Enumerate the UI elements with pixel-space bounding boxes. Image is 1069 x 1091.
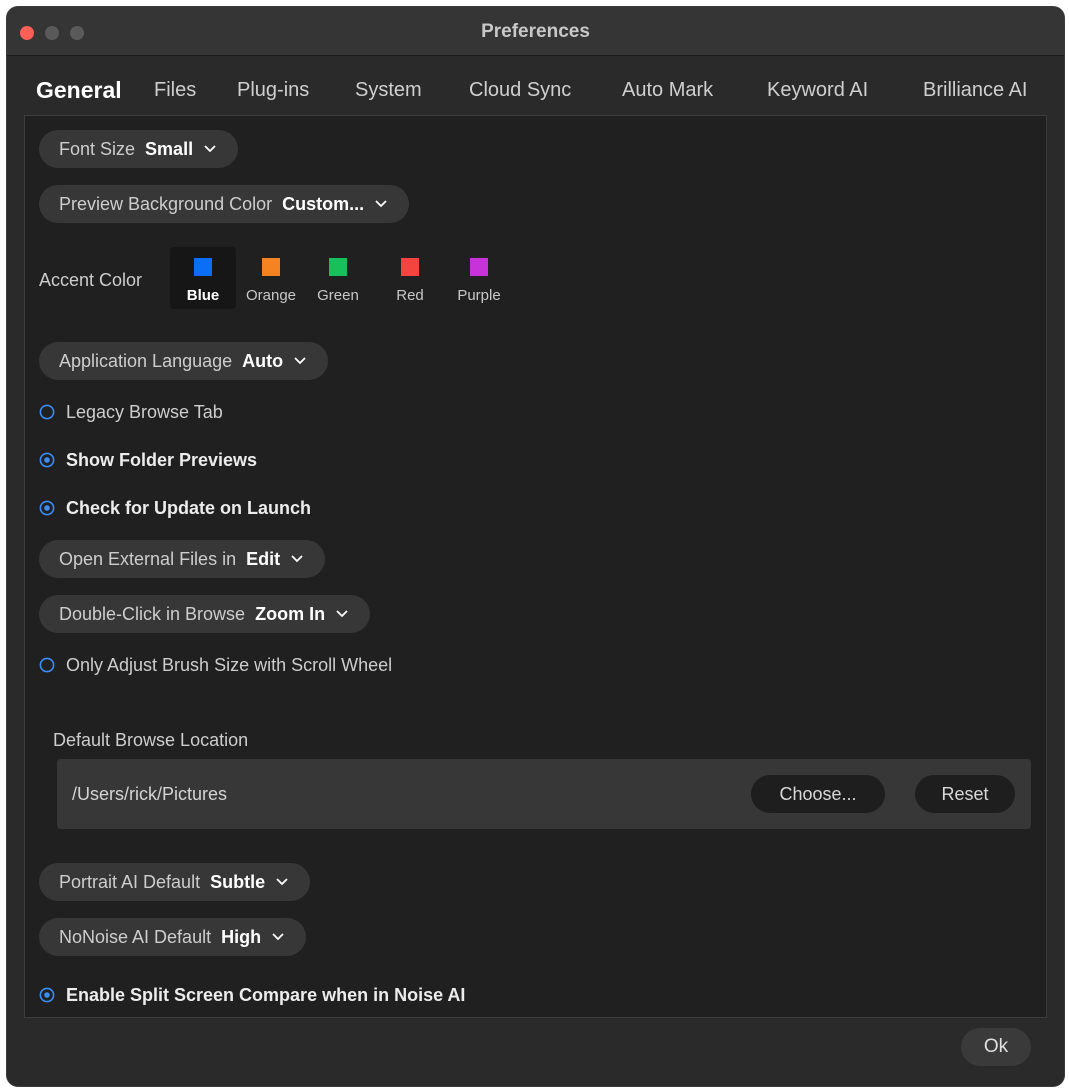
portrait-ai-default-dropdown[interactable]: Portrait AI Default Subtle <box>39 863 311 901</box>
chevron-down-icon <box>336 610 348 618</box>
accent-swatch-purple[interactable]: Purple <box>447 247 511 309</box>
preferences-window: Preferences General Files Plug-ins Syste… <box>6 6 1065 1087</box>
preview-background-value: Custom... <box>282 193 365 214</box>
accent-swatch-label: Green <box>317 287 359 304</box>
open-external-files-label: Open External Files in <box>59 548 237 569</box>
color-swatch <box>470 258 488 276</box>
browse-location-path: /Users/rick/Pictures <box>72 784 228 804</box>
color-swatch <box>194 258 212 276</box>
application-language-dropdown[interactable]: Application Language Auto <box>39 342 329 380</box>
chevron-down-icon <box>291 555 303 563</box>
tab-cloud-sync[interactable]: Cloud Sync <box>469 79 571 102</box>
font-size-dropdown[interactable]: Font Size Small <box>39 130 239 168</box>
tab-system[interactable]: System <box>355 79 422 102</box>
check-for-update-label: Check for Update on Launch <box>66 497 312 518</box>
chevron-down-icon <box>294 357 306 365</box>
open-external-files-value: Edit <box>246 548 281 569</box>
accent-swatch-red[interactable]: Red <box>390 247 430 309</box>
portrait-ai-default-label: Portrait AI Default <box>59 871 201 892</box>
window-title: Preferences <box>481 21 590 42</box>
accent-swatch-label: Red <box>396 287 424 304</box>
split-screen-compare-label: Enable Split Screen Compare when in Nois… <box>66 984 466 1005</box>
preview-background-dropdown[interactable]: Preview Background Color Custom... <box>39 185 410 223</box>
tab-plug-ins[interactable]: Plug-ins <box>237 79 309 102</box>
portrait-ai-default-value: Subtle <box>210 871 266 892</box>
accent-swatch-label: Orange <box>245 287 297 304</box>
legacy-browse-tab-option[interactable]: Legacy Browse Tab <box>39 400 223 424</box>
color-swatch <box>262 258 280 276</box>
show-folder-previews-option[interactable]: Show Folder Previews <box>39 448 257 472</box>
accent-swatch-label: Blue <box>186 287 220 304</box>
nonoise-ai-default-dropdown[interactable]: NoNoise AI Default High <box>39 918 307 956</box>
default-browse-location-field: /Users/rick/Pictures Choose... Reset <box>57 759 1031 829</box>
brush-size-scroll-label: Only Adjust Brush Size with Scroll Wheel <box>66 654 393 675</box>
ok-button[interactable]: Ok <box>961 1028 1031 1066</box>
chevron-down-icon <box>375 200 387 208</box>
brush-size-scroll-option[interactable]: Only Adjust Brush Size with Scroll Wheel <box>39 653 392 677</box>
check-for-update-option[interactable]: Check for Update on Launch <box>39 496 311 520</box>
split-screen-compare-option[interactable]: Enable Split Screen Compare when in Nois… <box>39 983 465 1007</box>
tab-auto-mark[interactable]: Auto Mark <box>622 79 713 102</box>
general-settings-panel: Font Size Small Preview Background Color… <box>24 115 1047 1018</box>
nonoise-ai-default-value: High <box>221 926 262 947</box>
radio-unchecked-icon <box>39 404 55 420</box>
open-external-files-dropdown[interactable]: Open External Files in Edit <box>39 540 326 578</box>
radio-unchecked-icon <box>39 657 55 673</box>
chevron-down-icon <box>272 933 284 941</box>
accent-color-label: Accent Color <box>39 270 143 290</box>
double-click-browse-label: Double-Click in Browse <box>59 603 246 624</box>
tab-keyword-ai[interactable]: Keyword AI <box>767 79 868 102</box>
title-bar: Preferences <box>7 7 1064 56</box>
tab-bar: General Files Plug-ins System Cloud Sync… <box>7 77 1064 111</box>
nonoise-ai-default-label: NoNoise AI Default <box>59 926 212 947</box>
radio-checked-icon <box>39 500 55 516</box>
color-swatch <box>329 258 347 276</box>
legacy-browse-tab-label: Legacy Browse Tab <box>66 401 223 422</box>
accent-swatch-green[interactable]: Green <box>311 247 365 309</box>
chevron-down-icon <box>204 145 216 153</box>
double-click-browse-value: Zoom In <box>255 603 326 624</box>
show-folder-previews-label: Show Folder Previews <box>66 449 258 470</box>
radio-checked-icon <box>39 452 55 468</box>
default-browse-location-label: Default Browse Location <box>53 730 249 750</box>
font-size-value: Small <box>145 138 194 159</box>
tab-general[interactable]: General <box>36 77 122 104</box>
application-language-label: Application Language <box>59 350 233 371</box>
radio-checked-icon <box>39 987 55 1003</box>
color-swatch <box>401 258 419 276</box>
double-click-browse-dropdown[interactable]: Double-Click in Browse Zoom In <box>39 595 371 633</box>
font-size-label: Font Size <box>59 138 136 159</box>
accent-swatch-blue[interactable]: Blue <box>170 247 236 309</box>
application-language-value: Auto <box>242 350 284 371</box>
tab-files[interactable]: Files <box>154 79 196 102</box>
accent-swatch-label: Purple <box>457 287 501 304</box>
tab-brilliance-ai[interactable]: Brilliance AI <box>923 79 1028 102</box>
preview-background-label: Preview Background Color <box>59 193 273 214</box>
choose-button[interactable]: Choose... <box>751 775 885 813</box>
accent-swatch-orange[interactable]: Orange <box>240 247 302 309</box>
chevron-down-icon <box>276 878 288 886</box>
reset-button[interactable]: Reset <box>915 775 1015 813</box>
